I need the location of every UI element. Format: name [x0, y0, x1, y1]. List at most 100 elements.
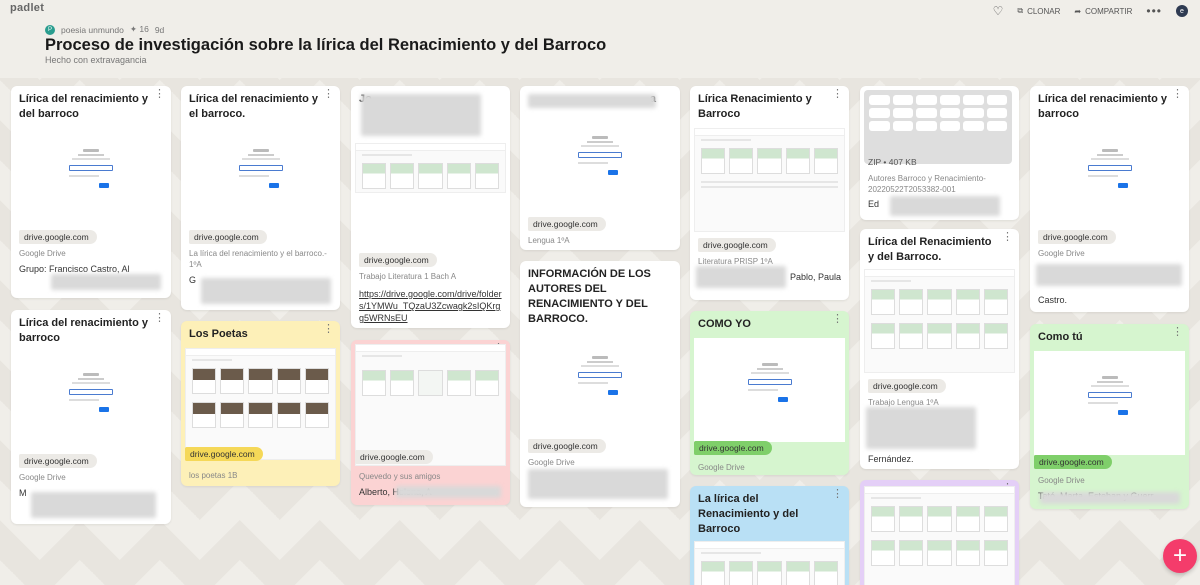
link-chip[interactable]: drive.google.com: [355, 450, 433, 464]
link-chip[interactable]: drive.google.com: [1038, 230, 1116, 244]
post-body: Fernández.: [868, 454, 914, 464]
drive-preview[interactable]: [36, 352, 146, 448]
more-vertical-icon[interactable]: ⋮: [323, 89, 334, 100]
link-chip[interactable]: drive.google.com: [694, 441, 772, 455]
post-title: Lírica del renacimiento y barroco: [1038, 93, 1167, 120]
more-vertical-icon[interactable]: ⋮: [832, 489, 843, 500]
header-actions: ♡ ⧉ CLONAR ➦ COMPARTIR ••• e: [993, 4, 1188, 18]
author-avatar[interactable]: P: [45, 24, 55, 35]
post-caption: Google Drive: [19, 473, 66, 482]
more-vertical-icon[interactable]: ⋮: [832, 314, 843, 325]
author-name[interactable]: poesia unmundo: [61, 25, 124, 35]
user-avatar[interactable]: e: [1176, 5, 1188, 17]
link-chip[interactable]: drive.google.com: [528, 439, 606, 453]
drive-folder-preview[interactable]: [864, 486, 1015, 585]
more-vertical-icon[interactable]: ⋮: [1172, 89, 1183, 100]
post-card[interactable]: Los Poetas ⋮ drive.google.com los poetas…: [181, 321, 340, 486]
post-body: Grupo: Francisco Castro, Al: [19, 264, 130, 274]
post-card[interactable]: a drive.google.com Lengua 1ºA: [520, 86, 680, 250]
link-chip[interactable]: drive.google.com: [19, 230, 97, 244]
more-vertical-icon[interactable]: ⋮: [1002, 232, 1013, 243]
drive-preview[interactable]: [545, 115, 655, 211]
post-title: Lírica del Renacimiento y del Barroco.: [868, 236, 992, 263]
redacted-text: [528, 94, 656, 108]
post-card[interactable]: Jo drive.google.com Trabajo Literatura 1…: [351, 86, 510, 328]
post-caption: Google Drive: [19, 249, 66, 258]
post-link[interactable]: https://drive.google.com/drive/folders/1…: [351, 282, 510, 324]
post-title: INFORMACIÓN DE LOS AUTORES DEL RENACIMIE…: [528, 268, 651, 325]
post-title: COMO YO: [698, 318, 751, 330]
drive-folder-preview[interactable]: [355, 143, 506, 193]
post-card[interactable]: La lírica del Renacimiento y del Barroco…: [690, 486, 849, 585]
post-card[interactable]: Lírica Renacimiento y Barroco ⋮ drive.go…: [690, 86, 849, 300]
link-chip[interactable]: drive.google.com: [359, 253, 437, 267]
more-vertical-icon[interactable]: ⋮: [154, 89, 165, 100]
author-meta: P poesia unmundo ✦ 16 9d: [45, 24, 164, 35]
link-chip[interactable]: drive.google.com: [189, 230, 267, 244]
clone-label: CLONAR: [1027, 6, 1061, 16]
post-card[interactable]: ZIP • 407 KB Autores Barroco y Renacimie…: [860, 86, 1019, 220]
drive-preview[interactable]: [1034, 351, 1185, 455]
redacted-text: [396, 486, 501, 498]
share-button[interactable]: ➦ COMPARTIR: [1074, 7, 1132, 16]
redacted-text: [866, 407, 976, 449]
post-card[interactable]: ⋮: [860, 480, 1019, 585]
drive-folder-preview[interactable]: [694, 541, 845, 585]
post-card[interactable]: COMO YO ⋮ drive.google.com Google Drive: [690, 311, 849, 475]
more-vertical-icon[interactable]: ⋮: [1172, 327, 1183, 338]
clone-button[interactable]: ⧉ CLONAR: [1017, 6, 1060, 16]
redacted-text: [51, 274, 161, 290]
post-title: Lírica del renacimiento y del barroco: [19, 93, 148, 120]
post-card[interactable]: ⋮ drive.google.com Quevedo y sus amigos …: [351, 340, 510, 505]
redacted-text: [361, 94, 481, 136]
post-title: Lírica del renacimiento y el barroco.: [189, 93, 318, 120]
more-vertical-icon[interactable]: ⋮: [154, 313, 165, 324]
redacted-text: [31, 492, 156, 518]
redacted-text: [890, 196, 1000, 216]
link-chip[interactable]: drive.google.com: [1034, 455, 1112, 469]
link-chip[interactable]: drive.google.com: [528, 217, 606, 231]
post-title: Lírica Renacimiento y Barroco: [698, 93, 812, 120]
drive-preview[interactable]: [694, 338, 845, 442]
drive-folder-preview[interactable]: [694, 128, 845, 232]
drive-folder-preview[interactable]: [864, 269, 1015, 373]
drive-folder-preview[interactable]: [355, 344, 506, 466]
post-caption: Google Drive: [528, 458, 575, 467]
redacted-text: [1040, 492, 1180, 504]
link-chip[interactable]: drive.google.com: [698, 238, 776, 252]
drive-folder-preview[interactable]: [185, 348, 336, 460]
post-caption: Literatura PRISP 1ºA: [698, 257, 773, 266]
post-body: Ed: [868, 199, 880, 209]
heart-icon[interactable]: ♡: [993, 4, 1004, 18]
zip-preview[interactable]: [864, 90, 1012, 164]
clone-icon: ⧉: [1017, 6, 1024, 15]
plus-icon: +: [1172, 542, 1187, 569]
more-vertical-icon[interactable]: ⋮: [832, 89, 843, 100]
post-card[interactable]: Como tú ⋮ drive.google.com Google Drive …: [1030, 324, 1189, 509]
post-card[interactable]: INFORMACIÓN DE LOS AUTORES DEL RENACIMIE…: [520, 261, 680, 507]
padlet-logo[interactable]: padlet: [10, 2, 44, 14]
more-icon[interactable]: •••: [1146, 4, 1162, 18]
post-card[interactable]: Lírica del renacimiento y barroco ⋮ driv…: [11, 310, 171, 524]
post-card[interactable]: Lírica del renacimiento y del barroco ⋮ …: [11, 86, 171, 298]
post-card[interactable]: Lírica del renacimiento y el barroco. ⋮ …: [181, 86, 340, 310]
redacted-text: [201, 278, 331, 304]
post-title: Lírica del renacimiento y barroco: [19, 317, 148, 344]
link-chip[interactable]: drive.google.com: [19, 454, 97, 468]
drive-preview[interactable]: [1054, 128, 1165, 224]
page-title: Proceso de investigación sobre la lírica…: [45, 36, 607, 54]
post-caption: Autores Barroco y Renacimiento-20220522T…: [868, 174, 986, 194]
add-post-button[interactable]: +: [1163, 539, 1197, 573]
link-chip[interactable]: drive.google.com: [868, 379, 946, 393]
post-caption: Trabajo Lengua 1ºA: [868, 398, 939, 407]
share-label: COMPARTIR: [1085, 6, 1133, 16]
post-card[interactable]: Lírica del renacimiento y barroco ⋮ driv…: [1030, 86, 1189, 312]
drive-preview[interactable]: [36, 128, 146, 224]
link-chip[interactable]: drive.google.com: [185, 447, 263, 461]
post-caption: Google Drive: [1038, 249, 1085, 258]
post-caption: Lengua 1ºA: [528, 236, 570, 245]
drive-preview[interactable]: [545, 333, 655, 433]
drive-preview[interactable]: [205, 128, 316, 224]
more-vertical-icon[interactable]: ⋮: [323, 324, 334, 335]
post-card[interactable]: Lírica del Renacimiento y del Barroco. ⋮…: [860, 229, 1019, 469]
